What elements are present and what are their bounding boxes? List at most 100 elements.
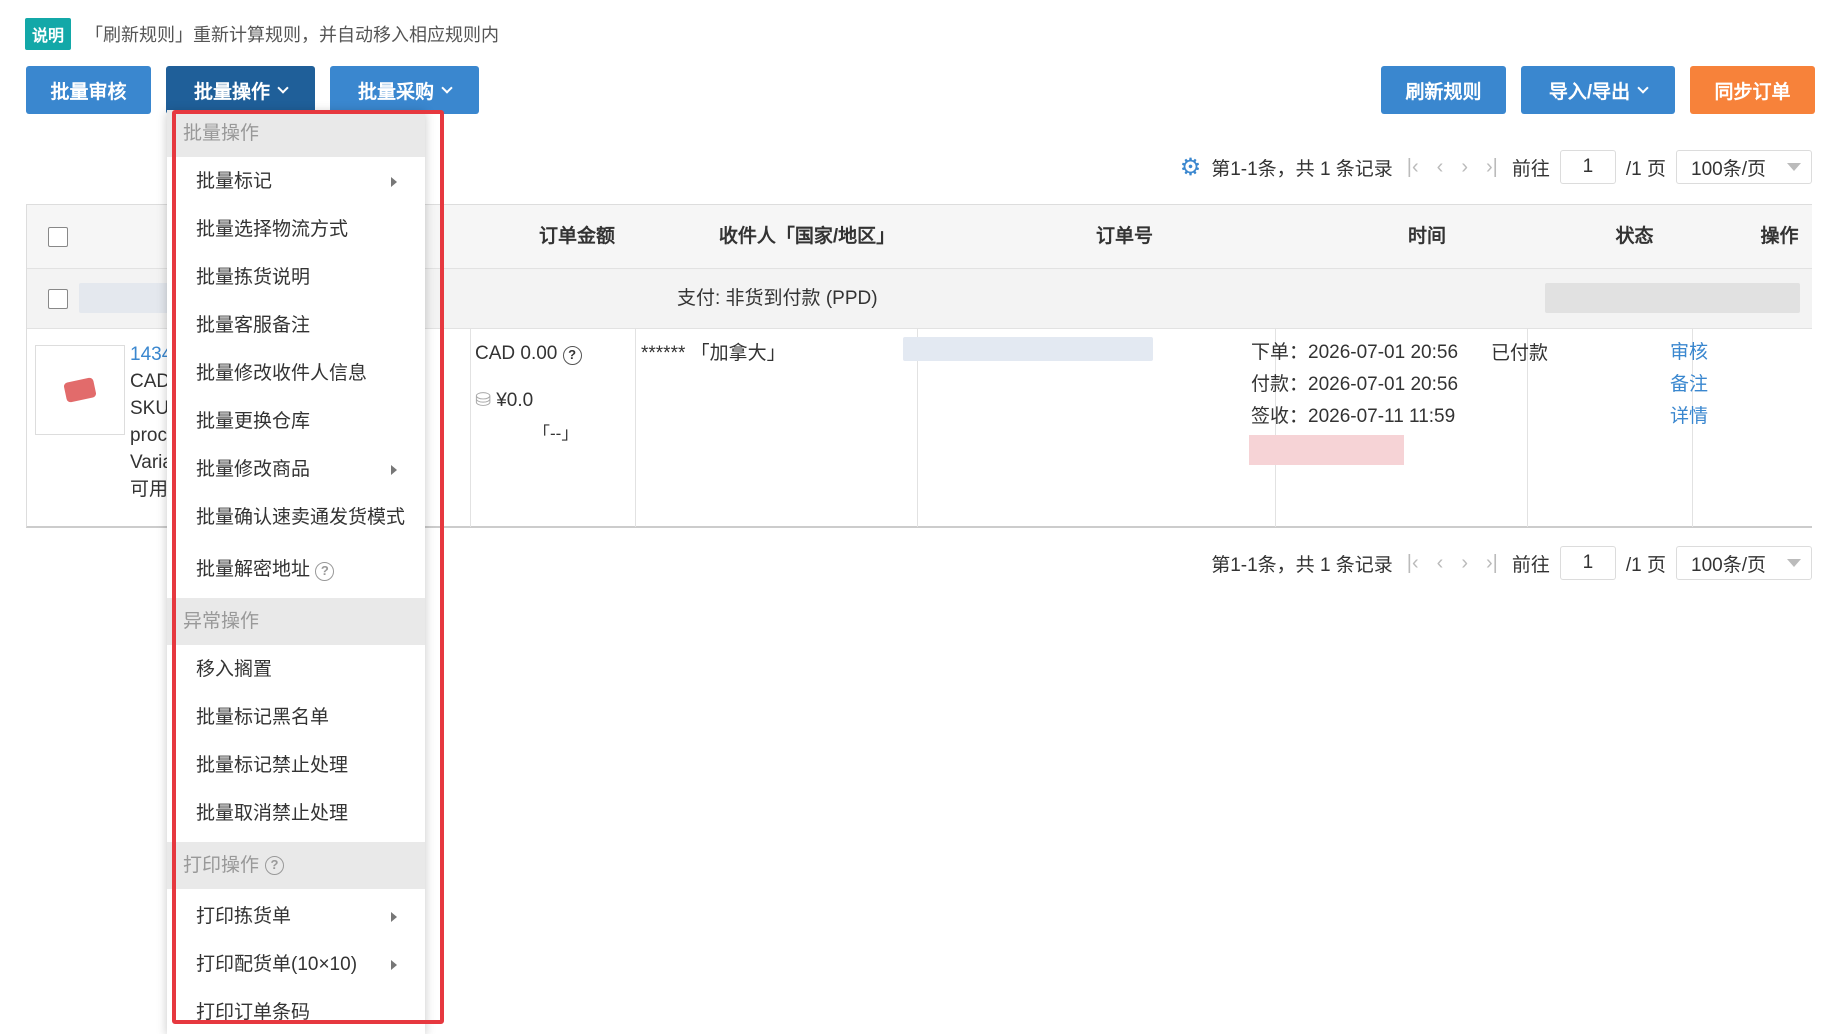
chevron-down-icon <box>1637 81 1649 94</box>
menu-section-batch: 批量操作 <box>167 110 425 157</box>
menu-item-batch-unforbid[interactable]: 批量取消禁止处理 <box>167 790 425 837</box>
first-page-icon[interactable]: |‹ <box>1403 552 1423 575</box>
page-size-value: 100条/页 <box>1691 158 1766 180</box>
menu-item-print-packing-list[interactable]: 打印配货单(10×10) <box>167 941 425 988</box>
menu-item-batch-mark[interactable]: 批量标记 <box>167 158 425 205</box>
submenu-arrow-icon <box>391 960 397 970</box>
menu-item-batch-service-note[interactable]: 批量客服备注 <box>167 302 425 349</box>
batch-review-button[interactable]: 批量审核 <box>26 66 151 114</box>
goto-label: 前往 <box>1511 554 1550 576</box>
pagination-summary: 第1-1条，共 1 条记录 <box>1211 554 1393 576</box>
header-recipient: 收件人「国家/地区」 <box>718 226 896 247</box>
section-label: 批量操作 <box>183 123 260 144</box>
product-thumbnail[interactable] <box>35 345 125 435</box>
section-label: 打印操作 <box>183 855 260 876</box>
recipient-cell: ****** 「加拿大」 <box>641 343 786 364</box>
menu-item-batch-confirm-shipping-mode[interactable]: 批量确认速卖通发货模式 <box>167 494 425 541</box>
help-icon[interactable]: ? <box>265 856 285 875</box>
group-checkbox[interactable] <box>48 289 68 309</box>
menu-item-batch-edit-product[interactable]: 批量修改商品 <box>167 446 425 493</box>
menu-item-print-picking-list[interactable]: 打印拣货单 <box>167 893 425 940</box>
page-size-select[interactable]: 100条/页 <box>1676 546 1812 580</box>
redacted-block <box>1545 283 1800 313</box>
actions-cell: 审核 备注 详情 <box>1670 337 1708 433</box>
batch-operations-label: 批量操作 <box>193 81 270 103</box>
review-link[interactable]: 审核 <box>1670 337 1708 369</box>
first-page-icon[interactable]: |‹ <box>1403 156 1423 179</box>
menu-item-label: 批量更换仓库 <box>196 411 311 432</box>
next-page-icon[interactable]: › <box>1457 552 1472 575</box>
menu-item-batch-forbid[interactable]: 批量标记禁止处理 <box>167 742 425 789</box>
header-time: 时间 <box>1407 226 1446 247</box>
column-divider <box>470 329 471 527</box>
header-order-no: 订单号 <box>1095 226 1153 247</box>
header-amount: 订单金额 <box>538 226 615 247</box>
chevron-down-icon <box>441 81 453 94</box>
order-status: 已付款 <box>1491 343 1549 364</box>
page-number-input[interactable]: 1 <box>1559 546 1616 580</box>
batch-operations-button[interactable]: 批量操作 <box>166 66 315 114</box>
menu-item-print-order-barcode[interactable]: 打印订单条码 <box>167 989 425 1034</box>
last-page-icon[interactable]: ›| <box>1482 156 1502 179</box>
total-pages-label: /1 页 <box>1625 554 1666 576</box>
amount-cell: CAD 0.00 ? ⛁ ¥0.0 「--」 <box>475 337 582 450</box>
header-status: 状态 <box>1615 226 1654 247</box>
cost-note: 「--」 <box>533 424 579 443</box>
batch-review-label: 批量审核 <box>50 81 127 103</box>
redacted-order-no <box>903 337 1153 361</box>
sync-orders-button[interactable]: 同步订单 <box>1690 66 1815 114</box>
menu-item-label: 批量标记禁止处理 <box>196 755 349 776</box>
section-label: 异常操作 <box>183 611 260 632</box>
next-page-icon[interactable]: › <box>1457 156 1472 179</box>
menu-item-batch-decrypt-address[interactable]: 批量解密地址 ? <box>167 546 425 593</box>
page-number-input[interactable]: 1 <box>1559 150 1616 184</box>
menu-section-exception: 异常操作 <box>167 598 425 645</box>
menu-item-label: 打印拣货单 <box>196 906 292 927</box>
batch-operations-menu: 批量操作 批量标记 批量选择物流方式 批量拣货说明 批量客服备注 批量修改收件人… <box>167 110 425 1034</box>
pagination-top: ⚙ 第1-1条，共 1 条记录 |‹ ‹ › ›| 前往 1 /1 页 100条… <box>1180 150 1812 184</box>
header-actions: 操作 <box>1760 226 1799 247</box>
menu-item-label: 批量确认速卖通发货模式 <box>196 507 406 528</box>
menu-item-label: 批量选择物流方式 <box>196 219 349 240</box>
product-image <box>63 377 97 403</box>
menu-item-label: 批量取消禁止处理 <box>196 803 349 824</box>
help-icon[interactable]: ? <box>562 346 582 365</box>
menu-item-label: 批量解密地址 <box>196 559 311 580</box>
refresh-rules-button[interactable]: 刷新规则 <box>1381 66 1506 114</box>
goto-label: 前往 <box>1511 158 1550 180</box>
menu-item-label: 批量修改收件人信息 <box>196 363 368 384</box>
menu-item-batch-blacklist[interactable]: 批量标记黑名单 <box>167 694 425 741</box>
prev-page-icon[interactable]: ‹ <box>1433 156 1448 179</box>
time-signed: 签收：2026-07-11 11:59 <box>1251 406 1456 427</box>
page-size-select[interactable]: 100条/页 <box>1676 150 1812 184</box>
menu-item-batch-edit-recipient[interactable]: 批量修改收件人信息 <box>167 350 425 397</box>
prev-page-icon[interactable]: ‹ <box>1433 552 1448 575</box>
gear-icon[interactable]: ⚙ <box>1180 153 1202 182</box>
menu-item-label: 批量客服备注 <box>196 315 311 336</box>
menu-item-batch-picking-note[interactable]: 批量拣货说明 <box>167 254 425 301</box>
menu-item-batch-logistics[interactable]: 批量选择物流方式 <box>167 206 425 253</box>
detail-link[interactable]: 详情 <box>1670 401 1708 433</box>
total-pages-label: /1 页 <box>1625 158 1666 180</box>
note-link[interactable]: 备注 <box>1670 369 1708 401</box>
menu-item-label: 批量标记 <box>196 171 273 192</box>
menu-item-batch-change-warehouse[interactable]: 批量更换仓库 <box>167 398 425 445</box>
time-paid: 付款：2026-07-01 20:56 <box>1251 374 1459 395</box>
submenu-arrow-icon <box>391 912 397 922</box>
pagination-bottom: 第1-1条，共 1 条记录 |‹ ‹ › ›| 前往 1 /1 页 100条/页 <box>1211 546 1812 580</box>
refresh-rules-label: 刷新规则 <box>1405 81 1482 103</box>
select-all-checkbox[interactable] <box>48 227 68 247</box>
time-ordered: 下单：2026-07-01 20:56 <box>1251 342 1459 363</box>
caret-down-icon <box>1787 559 1801 567</box>
menu-item-label: 移入搁置 <box>196 659 273 680</box>
menu-item-label: 打印订单条码 <box>196 1002 311 1023</box>
redacted-tag <box>1249 435 1404 465</box>
last-page-icon[interactable]: ›| <box>1482 552 1502 575</box>
batch-purchase-button[interactable]: 批量采购 <box>330 66 479 114</box>
help-icon[interactable]: ? <box>315 562 335 581</box>
column-divider <box>635 329 636 527</box>
menu-item-move-on-hold[interactable]: 移入搁置 <box>167 646 425 693</box>
menu-item-label: 批量拣货说明 <box>196 267 311 288</box>
import-export-button[interactable]: 导入/导出 <box>1521 66 1675 114</box>
payment-type: 支付: 非货到付款 (PPD) <box>677 288 878 309</box>
